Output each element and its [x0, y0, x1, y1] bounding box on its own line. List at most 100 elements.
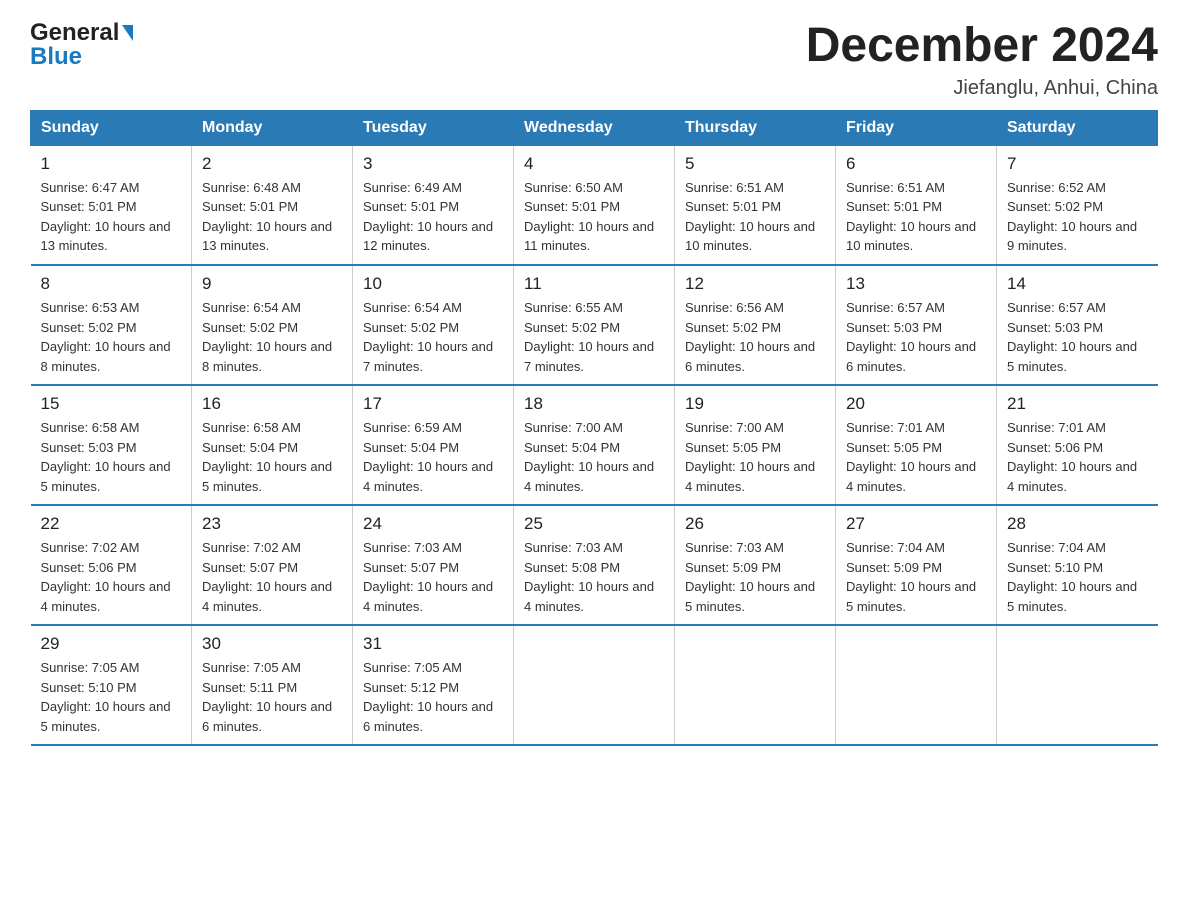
calendar-cell: 6 Sunrise: 6:51 AMSunset: 5:01 PMDaylight…	[836, 145, 997, 265]
week-row-5: 29 Sunrise: 7:05 AMSunset: 5:10 PMDayligh…	[31, 625, 1158, 745]
calendar-cell: 26Sunrise: 7:03 AMSunset: 5:09 PMDayligh…	[675, 505, 836, 625]
day-info: Sunrise: 6:51 AMSunset: 5:01 PMDaylight:…	[685, 178, 825, 256]
day-info: Sunrise: 7:01 AMSunset: 5:05 PMDaylight:…	[846, 418, 986, 496]
day-info: Sunrise: 7:02 AMSunset: 5:06 PMDaylight:…	[41, 538, 182, 616]
calendar-cell: 29 Sunrise: 7:05 AMSunset: 5:10 PMDayligh…	[31, 625, 192, 745]
day-info: Sunrise: 7:04 AMSunset: 5:09 PMDaylight:…	[846, 538, 986, 616]
calendar-cell: 4 Sunrise: 6:50 AMSunset: 5:01 PMDaylight…	[514, 145, 675, 265]
day-number: 26	[685, 514, 825, 534]
calendar-cell	[836, 625, 997, 745]
calendar-cell: 20 Sunrise: 7:01 AMSunset: 5:05 PMDayligh…	[836, 385, 997, 505]
day-info: Sunrise: 7:05 AMSunset: 5:10 PMDaylight:…	[41, 658, 182, 736]
day-info: Sunrise: 6:57 AMSunset: 5:03 PMDaylight:…	[846, 298, 986, 376]
day-number: 18	[524, 394, 664, 414]
day-number: 31	[363, 634, 503, 654]
day-info: Sunrise: 7:00 AMSunset: 5:05 PMDaylight:…	[685, 418, 825, 496]
day-number: 28	[1007, 514, 1148, 534]
day-info: Sunrise: 6:57 AMSunset: 5:03 PMDaylight:…	[1007, 298, 1148, 376]
day-number: 29	[41, 634, 182, 654]
calendar-cell: 24 Sunrise: 7:03 AMSunset: 5:07 PMDayligh…	[353, 505, 514, 625]
day-number: 14	[1007, 274, 1148, 294]
calendar-cell: 28 Sunrise: 7:04 AMSunset: 5:10 PMDayligh…	[997, 505, 1158, 625]
calendar-header-row: SundayMondayTuesdayWednesdayThursdayFrid…	[31, 110, 1158, 145]
day-number: 6	[846, 154, 986, 174]
header-friday: Friday	[836, 110, 997, 145]
calendar-cell: 18 Sunrise: 7:00 AMSunset: 5:04 PMDayligh…	[514, 385, 675, 505]
header-thursday: Thursday	[675, 110, 836, 145]
day-number: 22	[41, 514, 182, 534]
calendar-cell: 15 Sunrise: 6:58 AMSunset: 5:03 PMDayligh…	[31, 385, 192, 505]
week-row-4: 22 Sunrise: 7:02 AMSunset: 5:06 PMDayligh…	[31, 505, 1158, 625]
day-info: Sunrise: 6:48 AMSunset: 5:01 PMDaylight:…	[202, 178, 342, 256]
day-info: Sunrise: 6:51 AMSunset: 5:01 PMDaylight:…	[846, 178, 986, 256]
day-number: 1	[41, 154, 182, 174]
calendar-cell: 9Sunrise: 6:54 AMSunset: 5:02 PMDaylight…	[192, 265, 353, 385]
calendar-table: SundayMondayTuesdayWednesdayThursdayFrid…	[30, 110, 1158, 747]
day-number: 24	[363, 514, 503, 534]
header-wednesday: Wednesday	[514, 110, 675, 145]
day-info: Sunrise: 6:54 AMSunset: 5:02 PMDaylight:…	[202, 298, 342, 376]
day-info: Sunrise: 6:58 AMSunset: 5:04 PMDaylight:…	[202, 418, 342, 496]
day-info: Sunrise: 6:49 AMSunset: 5:01 PMDaylight:…	[363, 178, 503, 256]
day-number: 2	[202, 154, 342, 174]
day-number: 7	[1007, 154, 1148, 174]
month-title: December 2024	[806, 20, 1158, 73]
header-sunday: Sunday	[31, 110, 192, 145]
title-block: December 2024 Jiefanglu, Anhui, China	[806, 20, 1158, 100]
day-number: 19	[685, 394, 825, 414]
day-number: 12	[685, 274, 825, 294]
day-info: Sunrise: 6:47 AMSunset: 5:01 PMDaylight:…	[41, 178, 182, 256]
calendar-cell: 14 Sunrise: 6:57 AMSunset: 5:03 PMDayligh…	[997, 265, 1158, 385]
week-row-1: 1 Sunrise: 6:47 AMSunset: 5:01 PMDaylight…	[31, 145, 1158, 265]
day-info: Sunrise: 7:04 AMSunset: 5:10 PMDaylight:…	[1007, 538, 1148, 616]
calendar-cell	[997, 625, 1158, 745]
day-info: Sunrise: 7:05 AMSunset: 5:11 PMDaylight:…	[202, 658, 342, 736]
day-info: Sunrise: 7:03 AMSunset: 5:08 PMDaylight:…	[524, 538, 664, 616]
calendar-cell: 3Sunrise: 6:49 AMSunset: 5:01 PMDaylight…	[353, 145, 514, 265]
day-info: Sunrise: 6:59 AMSunset: 5:04 PMDaylight:…	[363, 418, 503, 496]
day-number: 13	[846, 274, 986, 294]
calendar-cell: 12 Sunrise: 6:56 AMSunset: 5:02 PMDayligh…	[675, 265, 836, 385]
day-info: Sunrise: 6:53 AMSunset: 5:02 PMDaylight:…	[41, 298, 182, 376]
calendar-cell: 30Sunrise: 7:05 AMSunset: 5:11 PMDayligh…	[192, 625, 353, 745]
calendar-cell: 31 Sunrise: 7:05 AMSunset: 5:12 PMDayligh…	[353, 625, 514, 745]
day-number: 5	[685, 154, 825, 174]
logo-general-label: General	[30, 19, 119, 46]
day-number: 11	[524, 274, 664, 294]
calendar-cell: 21 Sunrise: 7:01 AMSunset: 5:06 PMDayligh…	[997, 385, 1158, 505]
calendar-cell: 16 Sunrise: 6:58 AMSunset: 5:04 PMDayligh…	[192, 385, 353, 505]
day-number: 16	[202, 394, 342, 414]
day-number: 25	[524, 514, 664, 534]
day-number: 15	[41, 394, 182, 414]
calendar-cell: 1 Sunrise: 6:47 AMSunset: 5:01 PMDaylight…	[31, 145, 192, 265]
calendar-cell	[675, 625, 836, 745]
day-info: Sunrise: 6:50 AMSunset: 5:01 PMDaylight:…	[524, 178, 664, 256]
calendar-cell: 10Sunrise: 6:54 AMSunset: 5:02 PMDayligh…	[353, 265, 514, 385]
calendar-cell: 5 Sunrise: 6:51 AMSunset: 5:01 PMDaylight…	[675, 145, 836, 265]
calendar-cell: 17 Sunrise: 6:59 AMSunset: 5:04 PMDayligh…	[353, 385, 514, 505]
day-number: 17	[363, 394, 503, 414]
day-info: Sunrise: 6:52 AMSunset: 5:02 PMDaylight:…	[1007, 178, 1148, 256]
location-text: Jiefanglu, Anhui, China	[806, 77, 1158, 100]
day-number: 20	[846, 394, 986, 414]
calendar-cell: 2 Sunrise: 6:48 AMSunset: 5:01 PMDaylight…	[192, 145, 353, 265]
day-number: 23	[202, 514, 342, 534]
day-info: Sunrise: 7:05 AMSunset: 5:12 PMDaylight:…	[363, 658, 503, 736]
day-info: Sunrise: 6:56 AMSunset: 5:02 PMDaylight:…	[685, 298, 825, 376]
day-number: 27	[846, 514, 986, 534]
calendar-cell: 11 Sunrise: 6:55 AMSunset: 5:02 PMDayligh…	[514, 265, 675, 385]
day-info: Sunrise: 7:02 AMSunset: 5:07 PMDaylight:…	[202, 538, 342, 616]
day-info: Sunrise: 7:00 AMSunset: 5:04 PMDaylight:…	[524, 418, 664, 496]
logo: General Blue	[30, 20, 133, 71]
day-number: 21	[1007, 394, 1148, 414]
week-row-2: 8Sunrise: 6:53 AMSunset: 5:02 PMDaylight…	[31, 265, 1158, 385]
logo-text: General Blue	[30, 20, 133, 71]
day-info: Sunrise: 6:58 AMSunset: 5:03 PMDaylight:…	[41, 418, 182, 496]
header-saturday: Saturday	[997, 110, 1158, 145]
day-number: 4	[524, 154, 664, 174]
day-info: Sunrise: 6:55 AMSunset: 5:02 PMDaylight:…	[524, 298, 664, 376]
calendar-cell: 7 Sunrise: 6:52 AMSunset: 5:02 PMDaylight…	[997, 145, 1158, 265]
calendar-cell	[514, 625, 675, 745]
day-info: Sunrise: 7:01 AMSunset: 5:06 PMDaylight:…	[1007, 418, 1148, 496]
day-info: Sunrise: 7:03 AMSunset: 5:07 PMDaylight:…	[363, 538, 503, 616]
